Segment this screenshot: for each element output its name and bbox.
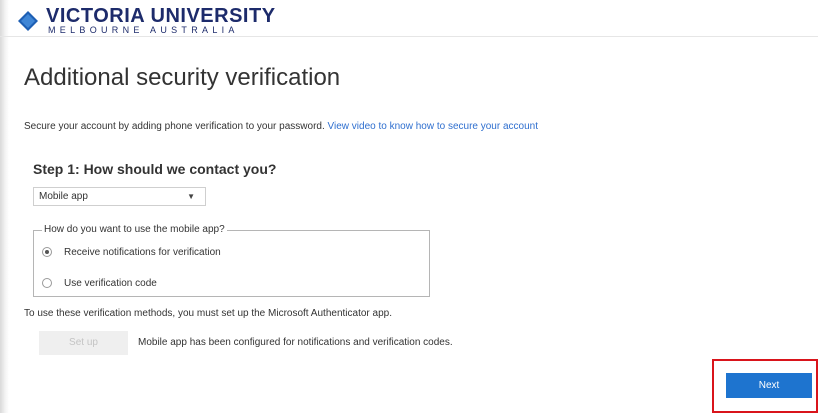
university-subtitle: MELBOURNE AUSTRALIA xyxy=(48,25,239,35)
header: VICTORIA UNIVERSITY MELBOURNE AUSTRALIA xyxy=(0,0,818,37)
intro-text: Secure your account by adding phone veri… xyxy=(24,121,538,132)
left-edge-shadow xyxy=(0,0,9,413)
mobile-app-question: How do you want to use the mobile app? xyxy=(42,224,227,236)
next-button-highlight xyxy=(712,359,818,413)
intro-description: Secure your account by adding phone veri… xyxy=(24,121,325,132)
contact-method-select[interactable]: Mobile app ▼ xyxy=(33,187,206,206)
option-verification-code[interactable]: Use verification code xyxy=(42,278,157,289)
radio-selected-icon[interactable] xyxy=(42,247,52,258)
dropdown-arrow-icon: ▼ xyxy=(187,192,195,201)
video-link[interactable]: View video to know how to secure your ac… xyxy=(328,121,539,132)
page-title: Additional security verification xyxy=(24,64,341,91)
university-name: VICTORIA UNIVERSITY xyxy=(46,5,276,27)
option-label: Use verification code xyxy=(64,278,157,289)
setup-status-text: Mobile app has been configured for notif… xyxy=(138,337,453,348)
setup-button[interactable]: Set up xyxy=(39,331,128,355)
radio-unselected-icon[interactable] xyxy=(42,278,52,289)
university-logo-icon xyxy=(18,11,38,31)
option-receive-notifications[interactable]: Receive notifications for verification xyxy=(42,247,221,258)
step-1-title: Step 1: How should we contact you? xyxy=(33,161,277,177)
contact-method-value: Mobile app xyxy=(39,191,88,202)
authenticator-note: To use these verification methods, you m… xyxy=(24,308,392,319)
option-label: Receive notifications for verification xyxy=(64,247,221,258)
